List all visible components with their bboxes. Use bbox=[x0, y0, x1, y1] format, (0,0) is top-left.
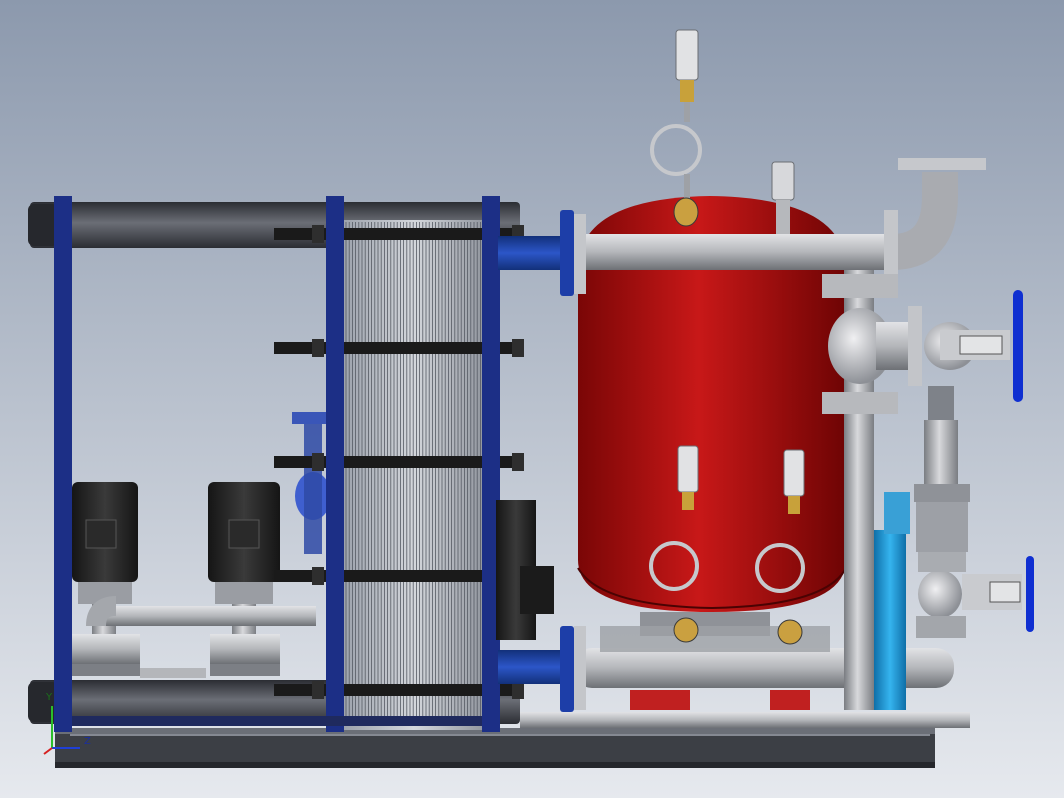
hx-frame-column-middle bbox=[326, 196, 344, 732]
tie-bolt-nut bbox=[312, 453, 324, 471]
tie-bolt-nut bbox=[312, 339, 324, 357]
hx-frame-column-left bbox=[54, 196, 72, 732]
handwheel-upper[interactable] bbox=[1013, 290, 1023, 402]
tie-bolt-nut bbox=[512, 339, 524, 357]
tie-bolt-nut bbox=[312, 567, 324, 585]
tie-bolt-nut bbox=[512, 453, 524, 471]
pump-right[interactable] bbox=[208, 482, 280, 676]
triad-y-label: Y bbox=[45, 692, 53, 703]
hx-frame-column-right bbox=[482, 196, 500, 732]
pump-left[interactable] bbox=[70, 482, 140, 676]
tie-bolt-nut bbox=[312, 681, 324, 699]
cad-viewport[interactable]: Y Z bbox=[0, 0, 1064, 798]
handwheel-lower[interactable] bbox=[1026, 556, 1034, 632]
triad-z-label: Z bbox=[84, 736, 91, 747]
tie-bolt-nut bbox=[312, 225, 324, 243]
